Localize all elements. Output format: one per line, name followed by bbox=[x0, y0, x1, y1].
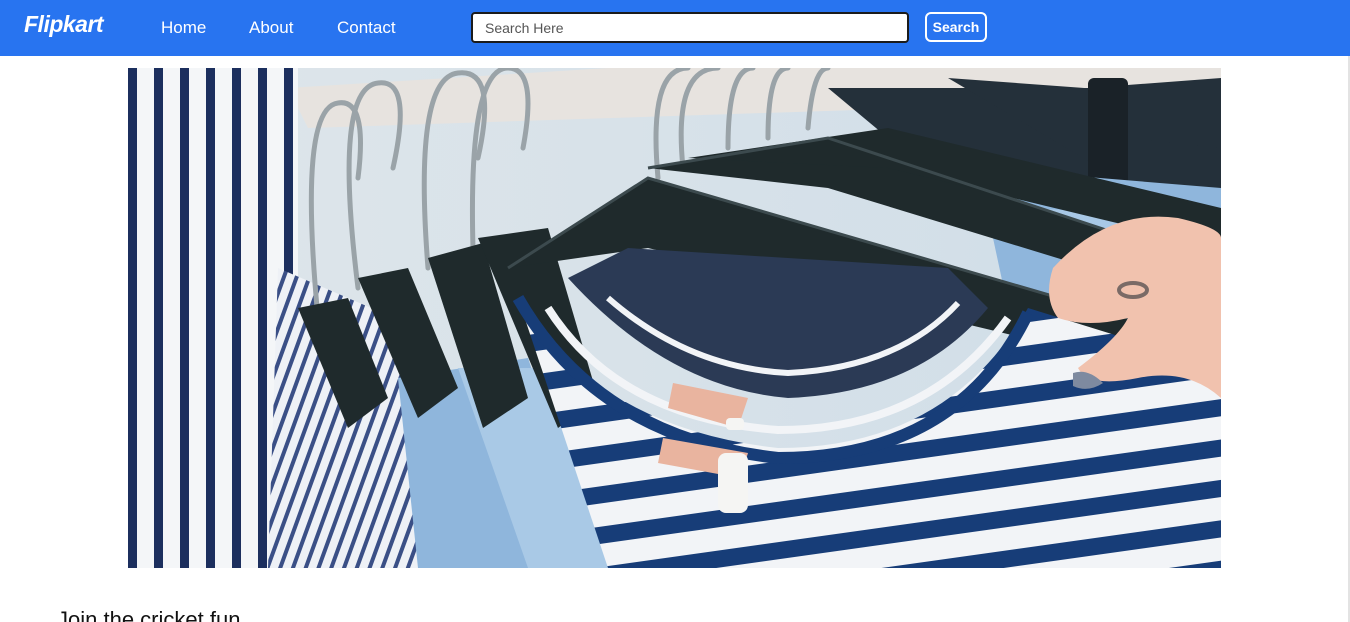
brand-logo-link[interactable]: Flipkart bbox=[24, 11, 104, 38]
nav-link-about[interactable]: About bbox=[249, 18, 293, 38]
hero-image bbox=[128, 68, 1221, 568]
search-button[interactable]: Search bbox=[925, 12, 987, 42]
nav-link-contact[interactable]: Contact bbox=[337, 18, 396, 38]
hero-clothes-rack-illustration bbox=[128, 68, 1221, 568]
section-heading: Join the cricket fun bbox=[57, 607, 241, 622]
top-navbar: Flipkart Home About Contact Search bbox=[0, 0, 1350, 56]
search-input[interactable] bbox=[471, 12, 909, 43]
nav-link-home[interactable]: Home bbox=[161, 18, 206, 38]
